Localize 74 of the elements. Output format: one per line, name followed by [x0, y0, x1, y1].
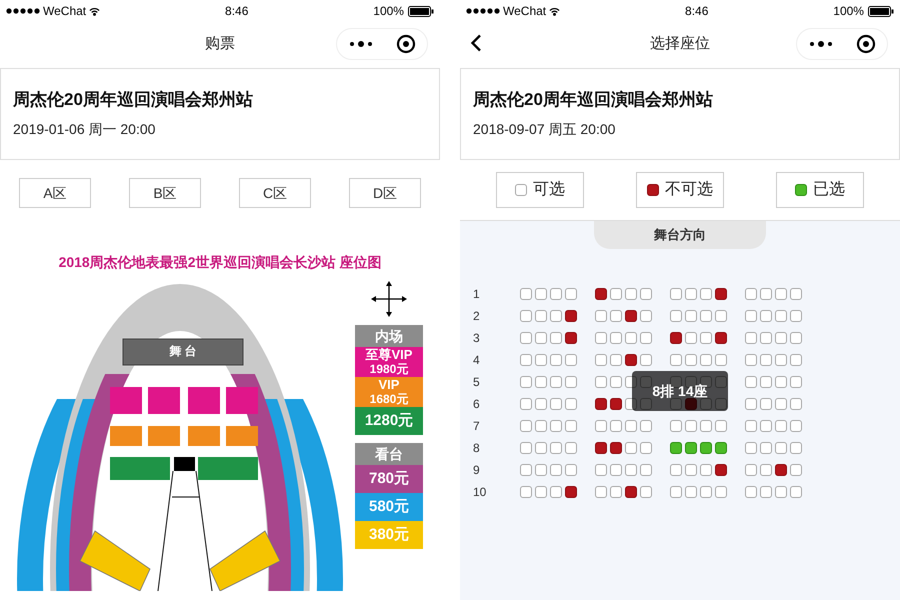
stage-label: 舞 台 [168, 343, 198, 360]
seat-icon[interactable] [565, 486, 577, 498]
seat-icon[interactable] [670, 332, 682, 344]
tier-name: 至尊VIP [366, 348, 412, 362]
tier-price: 1280元 [364, 414, 414, 428]
event-title: 周杰伦20周年巡回演唱会郑州站 [473, 89, 714, 111]
seat-icon[interactable] [775, 464, 787, 476]
row-number: 3 [472, 330, 481, 347]
row-number: 8 [472, 440, 481, 457]
legend-label: 已选 [813, 180, 845, 200]
tier-name: VIP [378, 378, 400, 392]
back-icon[interactable] [470, 34, 482, 52]
row-number: 2 [472, 308, 481, 325]
seat-tooltip: 8排 14座 [632, 371, 728, 411]
seat-icon[interactable] [625, 310, 637, 322]
carrier-name: WeChat [43, 3, 86, 20]
seat-icon[interactable] [625, 486, 637, 498]
seat-icon[interactable] [610, 398, 622, 410]
tier-price: 580元 [368, 500, 410, 514]
seat-icon[interactable] [715, 288, 727, 300]
zone-button[interactable]: B区 [129, 178, 201, 208]
row-number: 4 [472, 352, 481, 369]
event-datetime: 2019-01-06 周一 20:00 [13, 120, 156, 138]
capsule-button[interactable] [796, 28, 888, 60]
seat-icon[interactable] [595, 398, 607, 410]
tier-price: 380元 [368, 528, 410, 542]
tier-price: 780元 [368, 472, 410, 486]
tier-price: 1680元 [370, 392, 408, 406]
seat-icon[interactable] [610, 442, 622, 454]
page-title: 购票 [205, 34, 235, 54]
seat-icon[interactable] [715, 464, 727, 476]
zone-button[interactable]: D区 [349, 178, 421, 208]
seat-icon[interactable] [647, 184, 659, 196]
status-time: 8:46 [685, 3, 708, 20]
row-number: 5 [472, 374, 481, 391]
seat-icon[interactable] [625, 354, 637, 366]
close-icon[interactable] [856, 34, 876, 54]
battery-icon [868, 6, 894, 16]
seat-map-title: 2018周杰伦地表最强2世界巡回演唱会长沙站 座位图 [58, 253, 382, 272]
row-number: 9 [472, 462, 481, 479]
capsule-button[interactable] [336, 28, 428, 60]
signal-icon [6, 8, 40, 14]
close-icon[interactable] [396, 34, 416, 54]
seat-icon[interactable] [595, 288, 607, 300]
legend-heading: 内场 [355, 325, 423, 347]
seat-icon[interactable] [565, 332, 577, 344]
row-number: 10 [472, 484, 488, 501]
row-number: 6 [472, 396, 481, 413]
seat-icon[interactable] [715, 332, 727, 344]
seat-icon[interactable] [565, 310, 577, 322]
battery-icon [408, 6, 434, 16]
status-time: 8:46 [225, 3, 248, 20]
row-number: 7 [472, 418, 481, 435]
stage-direction: 舞台方向 [594, 221, 766, 249]
signal-icon [466, 8, 500, 14]
seat-icon[interactable] [595, 442, 607, 454]
page-title: 选择座位 [650, 34, 710, 54]
more-icon[interactable] [348, 41, 372, 47]
more-icon[interactable] [808, 41, 832, 47]
battery-percent: 100% [373, 3, 404, 20]
legend-label: 不可选 [665, 180, 713, 200]
row-number: 1 [472, 286, 481, 303]
legend-heading: 看台 [355, 443, 423, 465]
zone-button[interactable]: A区 [19, 178, 91, 208]
carrier-name: WeChat [503, 3, 546, 20]
wifi-icon [549, 6, 560, 16]
zone-button[interactable]: C区 [239, 178, 311, 208]
compass-icon [369, 279, 409, 319]
wifi-icon [89, 6, 100, 16]
event-datetime: 2018-09-07 周五 20:00 [473, 120, 616, 138]
battery-percent: 100% [833, 3, 864, 20]
legend-label: 可选 [533, 180, 565, 200]
tier-price: 1980元 [370, 362, 408, 376]
event-title: 周杰伦20周年巡回演唱会郑州站 [13, 89, 254, 111]
